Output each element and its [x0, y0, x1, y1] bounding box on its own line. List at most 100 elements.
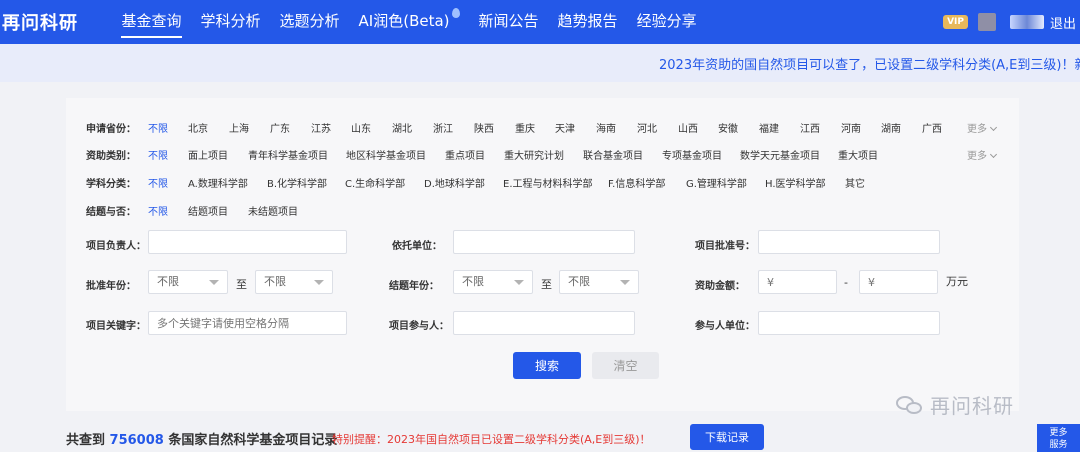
- concluded-option[interactable]: 未结题项目: [248, 203, 298, 218]
- province-option[interactable]: 重庆: [515, 120, 535, 135]
- discipline-option[interactable]: C.生命科学部: [345, 175, 405, 190]
- results-suffix: 条国家自然科学基金项目记录: [168, 433, 338, 448]
- leader-input[interactable]: [148, 230, 347, 254]
- category-option[interactable]: 联合基金项目: [583, 147, 643, 162]
- concluded-option[interactable]: 不限: [148, 203, 168, 218]
- download-records-button[interactable]: 下载记录: [690, 424, 764, 450]
- province-option[interactable]: 不限: [148, 120, 168, 135]
- discipline-option[interactable]: 不限: [148, 175, 168, 190]
- conclusion-year-label: 结题年份：: [389, 281, 439, 292]
- province-option[interactable]: 北京: [188, 120, 208, 135]
- approval-no-label: 项目批准号：: [695, 241, 755, 252]
- province-option[interactable]: 河北: [637, 120, 657, 135]
- avatar[interactable]: [977, 13, 996, 31]
- province-option[interactable]: 湖北: [392, 120, 412, 135]
- province-option[interactable]: 山西: [678, 120, 698, 135]
- province-option[interactable]: 福建: [759, 120, 779, 135]
- participants-input[interactable]: [453, 311, 635, 335]
- category-option[interactable]: 青年科学基金项目: [248, 147, 328, 162]
- province-option[interactable]: 浙江: [433, 120, 453, 135]
- province-option[interactable]: 海南: [596, 120, 616, 135]
- results-summary: 共查到 756008 条国家自然科学基金项目记录: [66, 429, 337, 448]
- results-count: 756008: [109, 433, 164, 448]
- category-option[interactable]: 重大项目: [838, 147, 878, 162]
- select-value: 不限: [462, 275, 484, 288]
- select-value: 不限: [157, 275, 179, 288]
- province-option[interactable]: 广东: [270, 120, 290, 135]
- logout-link[interactable]: 退出: [1050, 13, 1080, 32]
- brand-logo[interactable]: 再问科研: [0, 9, 100, 35]
- category-more-toggle[interactable]: 更多: [967, 147, 998, 162]
- select-value: 不限: [264, 275, 286, 288]
- category-option[interactable]: 地区科学基金项目: [346, 147, 426, 162]
- amount-dash: -: [844, 276, 848, 289]
- caret-down-icon: [314, 280, 324, 285]
- category-option[interactable]: 重大研究计划: [504, 147, 564, 162]
- more-service-button[interactable]: 更多 服务: [1037, 424, 1080, 452]
- amount-max-input[interactable]: [859, 270, 938, 294]
- discipline-option[interactable]: H.医学科学部: [765, 175, 826, 190]
- more-service-line1: 更多: [1049, 428, 1068, 438]
- participant-unit-input[interactable]: [758, 311, 940, 335]
- discipline-option[interactable]: A.数理科学部: [188, 175, 248, 190]
- province-option[interactable]: 江西: [800, 120, 820, 135]
- nav-discipline-analysis[interactable]: 学科分析: [191, 0, 270, 44]
- institution-input[interactable]: [453, 230, 635, 254]
- category-option[interactable]: 不限: [148, 147, 168, 162]
- province-option[interactable]: 广西: [922, 120, 942, 135]
- notice-text[interactable]: 2023年资助的国自然项目可以查了，已设置二级学科分类(A,E到三级)！新上: [659, 54, 1080, 73]
- discipline-option[interactable]: D.地球科学部: [424, 175, 485, 190]
- discipline-option[interactable]: B.化学科学部: [267, 175, 327, 190]
- select-value: 不限: [568, 275, 590, 288]
- province-option[interactable]: 陕西: [474, 120, 494, 135]
- category-option[interactable]: 重点项目: [445, 147, 485, 162]
- approval-year-to-select[interactable]: 不限: [255, 270, 333, 294]
- nav-experience[interactable]: 经验分享: [627, 0, 706, 44]
- caret-down-icon: [514, 280, 524, 285]
- discipline-option[interactable]: 其它: [845, 175, 865, 190]
- user-area: VIP 退出: [943, 0, 1080, 44]
- vip-badge[interactable]: VIP: [943, 15, 968, 29]
- approval-year-from-select[interactable]: 不限: [148, 270, 228, 294]
- concluded-option[interactable]: 结题项目: [188, 203, 228, 218]
- more-service-line2: 服务: [1049, 440, 1068, 450]
- province-option[interactable]: 天津: [555, 120, 575, 135]
- nav-news[interactable]: 新闻公告: [469, 0, 548, 44]
- wechat-icon: [896, 394, 924, 416]
- province-option[interactable]: 湖南: [881, 120, 901, 135]
- province-more-toggle[interactable]: 更多: [967, 120, 998, 135]
- more-label: 更多: [967, 150, 987, 162]
- discipline-option[interactable]: G.管理科学部: [686, 175, 747, 190]
- province-option[interactable]: 江苏: [311, 120, 331, 135]
- nav-fund-search[interactable]: 基金查询: [112, 0, 191, 44]
- conclusion-year-to-select[interactable]: 不限: [559, 270, 639, 294]
- leader-label: 项目负责人：: [86, 241, 146, 252]
- keywords-input[interactable]: [148, 311, 347, 335]
- category-option[interactable]: 专项基金项目: [662, 147, 722, 162]
- amount-min-input[interactable]: [758, 270, 837, 294]
- clear-button[interactable]: 清空: [592, 352, 659, 379]
- amount-label: 资助金额：: [695, 281, 745, 292]
- filter-card: 申请省份： 不限 北京 上海 广东 江苏 山东 湖北 浙江 陕西 重庆 天津 海…: [66, 98, 1019, 411]
- approval-no-input[interactable]: [758, 230, 940, 254]
- caret-down-icon: [209, 280, 219, 285]
- category-option[interactable]: 面上项目: [188, 147, 228, 162]
- institution-label: 依托单位：: [392, 241, 442, 252]
- search-button[interactable]: 搜索: [513, 352, 581, 379]
- results-prefix: 共查到: [66, 433, 106, 448]
- province-option[interactable]: 山东: [351, 120, 371, 135]
- category-option[interactable]: 数学天元基金项目: [740, 147, 820, 162]
- province-option[interactable]: 河南: [841, 120, 861, 135]
- discipline-label: 学科分类：: [86, 178, 136, 190]
- nav-trend-report[interactable]: 趋势报告: [548, 0, 627, 44]
- discipline-option[interactable]: E.工程与材料科学部: [503, 175, 593, 190]
- province-option[interactable]: 上海: [229, 120, 249, 135]
- nav-ai-polish[interactable]: AI润色(Beta): [349, 0, 469, 44]
- conclusion-year-from-select[interactable]: 不限: [453, 270, 533, 294]
- keywords-label: 项目关键字：: [86, 321, 146, 332]
- province-label: 申请省份：: [86, 123, 136, 135]
- discipline-option[interactable]: F.信息科学部: [608, 175, 665, 190]
- nav-topic-analysis[interactable]: 选题分析: [270, 0, 349, 44]
- province-option[interactable]: 安徽: [718, 120, 738, 135]
- username-blurred[interactable]: [1009, 15, 1044, 29]
